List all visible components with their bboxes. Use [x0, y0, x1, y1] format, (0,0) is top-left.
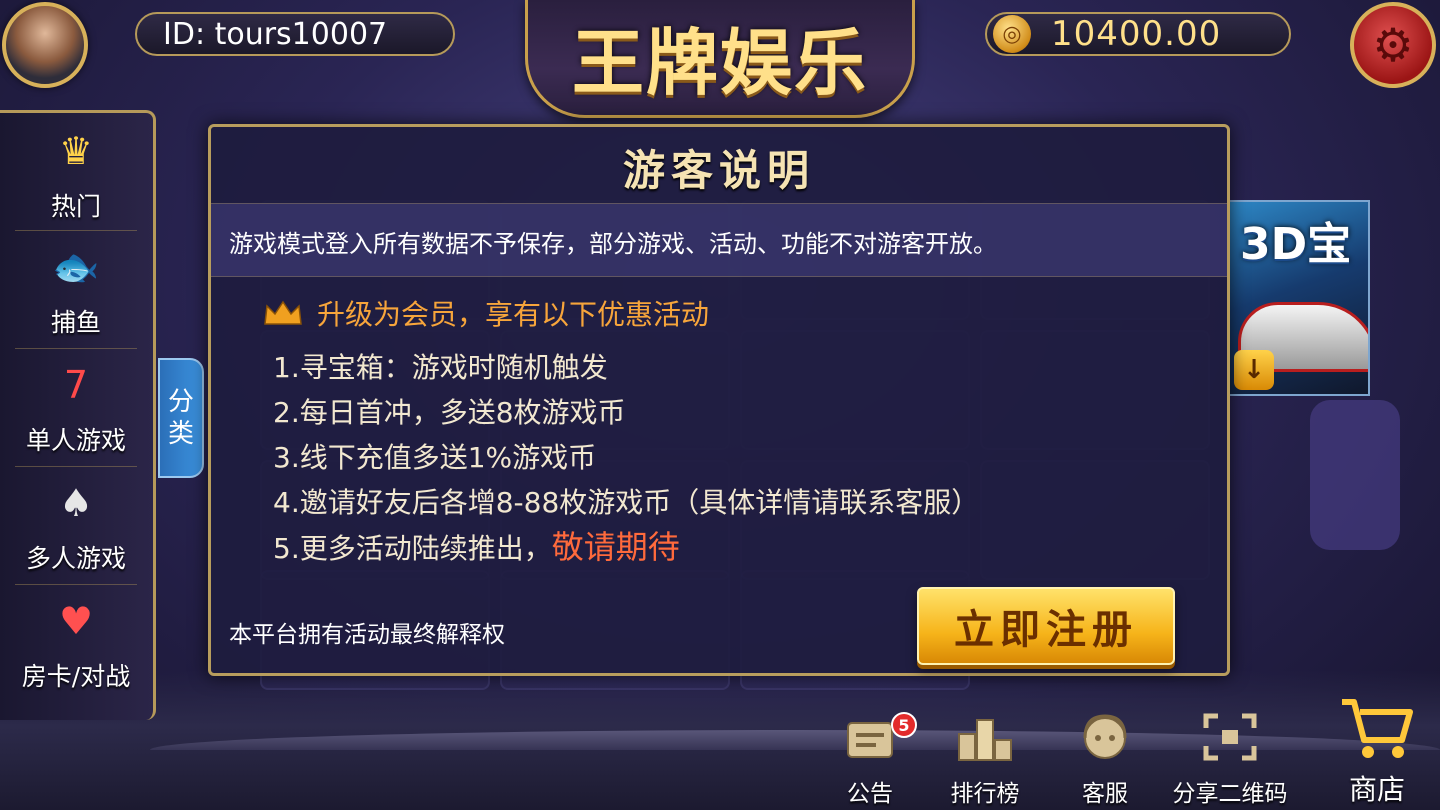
category-tab-label: 分类 — [167, 387, 194, 449]
coin-balance: ◎ 10400.00 — [985, 12, 1291, 56]
perk-highlight: 敬请期待 — [551, 528, 680, 566]
poker-chips-icon: ♠ — [58, 481, 94, 525]
sidebar-item-hot[interactable]: ♛ 热门 — [0, 119, 152, 229]
bottom-item-label: 客服 — [1082, 781, 1128, 807]
fish-icon: 🐟 — [52, 244, 100, 289]
promo-title: 3D宝 — [1240, 219, 1352, 270]
settings-button[interactable]: ⚙ — [1350, 2, 1436, 88]
sidebar-item-label: 捕鱼 — [50, 308, 101, 337]
sidebar-item-multiplayer[interactable]: ♠ 多人游戏 — [0, 471, 152, 581]
perk-item: 2.每日首冲，多送8枚游戏币 — [273, 396, 626, 429]
sidebar-item-single-player[interactable]: 7 单人游戏 — [0, 353, 152, 463]
divider — [15, 230, 137, 231]
sidebar-item-fishing[interactable]: 🐟 捕鱼 — [0, 235, 152, 345]
dialog-title: 游客说明 — [622, 146, 815, 195]
bg-chair — [1310, 400, 1400, 550]
perk-header-text: 升级为会员，享有以下优惠活动 — [317, 298, 710, 331]
customer-service-button[interactable]: 客服 — [1050, 698, 1160, 808]
user-id-text: ID: tours10007 — [163, 16, 388, 52]
guest-notice: 游戏模式登入所有数据不予保存，部分游戏、活动、功能不对游客开放。 — [229, 230, 997, 258]
perk-item: 5.更多活动陆续推出，敬请期待 — [273, 525, 979, 570]
perk-item-text: 5.更多活动陆续推出， — [273, 532, 552, 565]
notice-band: 游戏模式登入所有数据不予保存，部分游戏、活动、功能不对游客开放。 — [211, 203, 1227, 277]
divider — [15, 348, 137, 349]
announcement-button[interactable]: 5 公告 — [815, 698, 925, 808]
bottom-item-label: 公告 — [847, 781, 893, 807]
shopping-cart-icon — [1337, 694, 1417, 760]
bottom-item-label: 商店 — [1348, 773, 1405, 806]
guest-info-dialog: 游客说明 游戏模式登入所有数据不予保存，部分游戏、活动、功能不对游客开放。 升级… — [208, 124, 1230, 676]
notification-badge: 5 — [891, 712, 917, 738]
bottom-item-label: 排行榜 — [950, 781, 1020, 807]
category-tab[interactable]: 分类 — [158, 358, 204, 478]
shop-button[interactable]: 商店 — [1322, 698, 1432, 808]
crown-cards-icon: ♛ — [58, 129, 94, 173]
avatar[interactable] — [2, 2, 88, 88]
sidebar-item-label: 房卡/对战 — [21, 662, 131, 691]
disclaimer: 本平台拥有活动最终解释权 — [229, 622, 505, 648]
download-icon[interactable]: ↓ — [1234, 350, 1274, 390]
sidebar-item-room-battle[interactable]: ♥ 房卡/对战 — [0, 589, 152, 699]
sidebar-item-label: 热门 — [50, 192, 101, 221]
share-qr-button[interactable]: 分享二维码 — [1168, 698, 1292, 808]
app-title: 王牌娱乐 — [571, 21, 868, 105]
sidebar: ♛ 热门 🐟 捕鱼 7 单人游戏 ♠ 多人游戏 ♥ 房卡/对战 — [0, 110, 156, 720]
sidebar-item-label: 单人游戏 — [25, 426, 126, 455]
coin-amount: 10400.00 — [1051, 14, 1222, 54]
perk-item: 1.寻宝箱：游戏时随机触发 — [273, 351, 608, 384]
register-button[interactable]: 立即注册 — [917, 587, 1175, 665]
sidebar-item-label: 多人游戏 — [25, 544, 126, 573]
bottom-item-label: 分享二维码 — [1172, 781, 1288, 807]
crown-icon — [264, 300, 302, 325]
user-id-display: ID: tours10007 — [135, 12, 455, 56]
promo-card[interactable]: 3D宝 ↓ — [1228, 200, 1370, 396]
divider — [15, 584, 137, 585]
cards-dice-icon: ♥ — [58, 599, 94, 643]
title-plaque: 王牌娱乐 — [525, 0, 915, 118]
perk-item: 4.邀请好友后各增8-88枚游戏币（具体详情请联系客服） — [273, 486, 980, 519]
qr-code-icon — [1199, 708, 1261, 766]
coin-icon: ◎ — [993, 15, 1031, 53]
perk-header: 升级为会员，享有以下优惠活动 — [263, 293, 709, 333]
slot-machine-icon: 7 — [63, 363, 89, 407]
announcement-icon — [839, 708, 901, 766]
perk-item: 3.线下充值多送1%游戏币 — [273, 441, 597, 474]
divider — [15, 466, 137, 467]
leaderboard-icon — [954, 708, 1016, 766]
leaderboard-button[interactable]: 排行榜 — [930, 698, 1040, 808]
gear-icon: ⚙ — [1372, 18, 1414, 72]
customer-service-icon — [1074, 708, 1136, 766]
perk-list: 1.寻宝箱：游戏时随机触发 2.每日首冲，多送8枚游戏币 3.线下充值多送1%游… — [273, 345, 979, 570]
